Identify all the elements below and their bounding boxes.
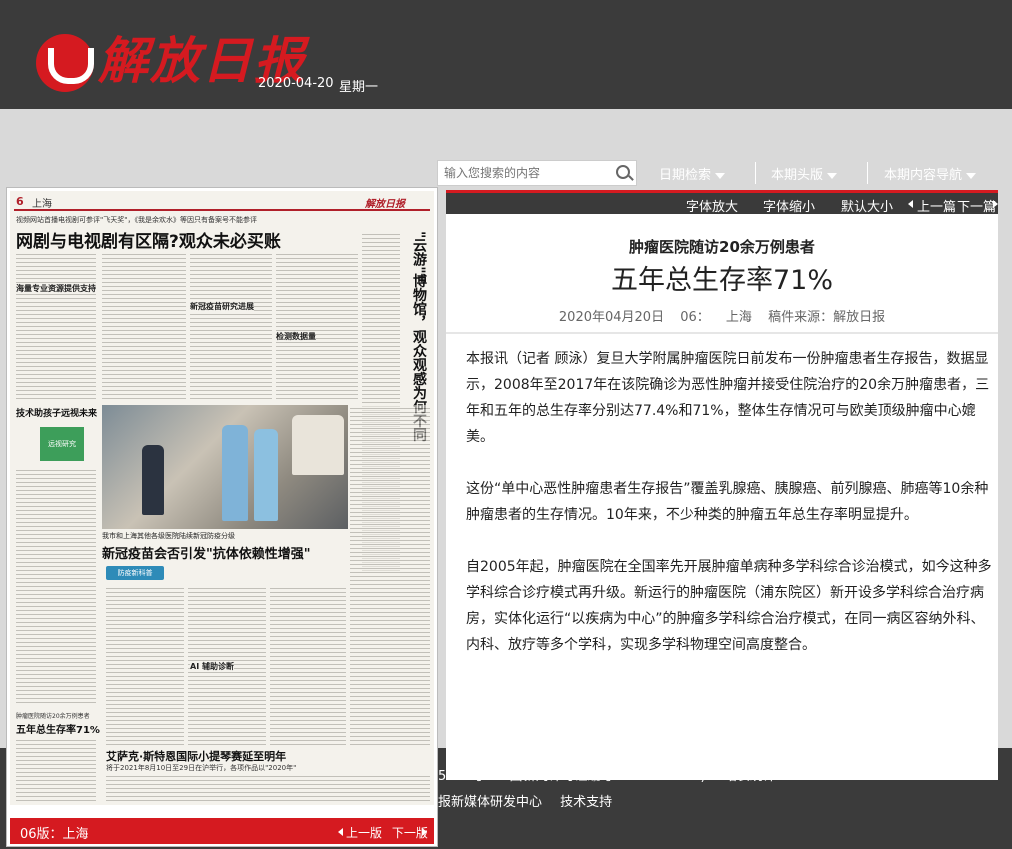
arrow-left-icon[interactable] [338, 828, 343, 836]
nav-divider [755, 162, 756, 184]
font-larger-button[interactable]: 字体放大 [686, 196, 738, 215]
article-area-left-headline-2[interactable]: 技术助孩子远视未来 [16, 409, 97, 420]
footer-tech-support: 技术支持 [560, 795, 613, 810]
footer-line-2: 报新媒体研发中心 技术支持 [438, 791, 612, 810]
article-area-headline-2[interactable]: 新冠疫苗会否引发"抗体依赖性增强" [102, 543, 311, 562]
text-column [16, 737, 96, 803]
article-source: 稿件来源：解放日报 [768, 310, 886, 325]
text-column [16, 467, 96, 705]
content-nav-label: 本期内容导航 [884, 168, 963, 183]
text-column [350, 405, 430, 745]
issue-date: 2020-04-20 [258, 76, 334, 91]
font-smaller-button[interactable]: 字体缩小 [763, 196, 815, 215]
article-subtitle: 肿瘤医院随访20余万例患者 [629, 238, 815, 256]
article-paragraph: 自2005年起，肿瘤医院在全国率先开展肿瘤单病种多学科综合诊治模式，如今这种多学… [466, 559, 992, 653]
article-content: 肿瘤医院随访20余万例患者 五年总生存率71% 2020年04月20日 06： … [446, 214, 998, 780]
news-photo[interactable] [102, 405, 348, 529]
article-body: 本报讯（记者 顾泳）复旦大学附属肿瘤医院日前发布一份肿瘤患者生存报告，数据显示，… [466, 346, 996, 684]
arrow-left-icon[interactable] [908, 200, 913, 208]
article-area-left-headline-3[interactable]: 五年总生存率71% [16, 721, 100, 736]
photo-figure [142, 445, 164, 515]
text-column [102, 251, 186, 401]
article-area-badge: 防疫新科普 [106, 566, 164, 580]
page-headline-label: 本期头版 [771, 168, 824, 183]
page-masthead: 解放日报 [365, 199, 405, 210]
chevron-down-icon [966, 172, 977, 179]
article-title: 五年总生存率71% [610, 265, 833, 296]
article-paragraph: 本报讯（记者 顾泳）复旦大学附属肿瘤医院日前发布一份肿瘤患者生存报告，数据显示，… [466, 351, 990, 445]
prev-article-button[interactable]: 上一篇 [917, 196, 956, 215]
article-area-left-kicker-3[interactable]: 肿瘤医院随访20余万例患者 [16, 711, 90, 720]
text-column [106, 585, 184, 745]
article-section: 上海 [725, 310, 752, 325]
article-paragraph: 这份“单中心恶性肿瘤患者生存报告”覆盖乳腺癌、胰腺癌、前列腺癌、肺癌等10余种肿… [466, 481, 989, 523]
text-column [270, 585, 346, 745]
article-page: 06： [680, 310, 710, 325]
site-header: 解放日报 2020-04-20 星期一 [0, 0, 1012, 109]
text-column [276, 251, 358, 401]
next-article-button[interactable]: 下一篇 [957, 196, 996, 215]
default-size-button[interactable]: 默认大小 [841, 196, 893, 215]
article-area-headline-1[interactable]: 网剧与电视剧有区隔?观众未必买账 [16, 227, 281, 252]
article-date: 2020年04月20日 [558, 310, 665, 325]
nav-divider [867, 162, 868, 184]
page-nav-buttons: 上一版 下一版 [346, 824, 428, 841]
article-divider [446, 332, 998, 334]
article-toolbar: 字体放大 字体缩小 默认大小 上一篇 下一篇 [446, 190, 998, 215]
newspaper-page-panel: 6 上海 解放日报 视频网站首播电视剧可参评"飞天奖"，《我是余欢水》等因只有备… [6, 187, 438, 847]
page-headline-menu[interactable]: 本期头版 [771, 164, 838, 183]
issue-weekday: 星期一 [339, 80, 379, 95]
footer-dev-center: 报新媒体研发中心 [438, 795, 543, 810]
text-column [106, 773, 430, 803]
page-number: 6 [16, 195, 24, 208]
search-icon[interactable] [616, 165, 630, 179]
page-rule [14, 209, 430, 211]
logo-emblem-icon [36, 34, 94, 92]
article-area-kicker[interactable]: 视频网站首播电视剧可参评"飞天奖"，《我是余欢水》等因只有备案号不能参评 [16, 215, 257, 225]
current-page-label: 06版：上海 [20, 827, 89, 842]
photo-figure [254, 429, 278, 521]
prev-page-button[interactable]: 上一版 [346, 826, 382, 840]
photo-caption: 我市和上海其他各级医院陆续新冠防疫分级 [102, 532, 235, 540]
article-area-left-badge: 远视研究 [40, 427, 84, 461]
photo-sign [292, 415, 344, 475]
photo-figure [222, 425, 248, 521]
article-area-subhead-3: 将于2021年8月10日至29日在沪举行，各项作品以"2020年" [106, 764, 297, 772]
chevron-down-icon [715, 172, 726, 179]
text-column [16, 251, 96, 401]
date-search-label: 日期检索 [659, 168, 712, 183]
column-subhead: 检测数据量 [276, 331, 316, 342]
page-section: 上海 [32, 199, 52, 210]
column-subhead: 海量专业资源提供支持 [16, 283, 96, 294]
arrow-right-icon[interactable] [993, 200, 998, 208]
jiefang-daily-logo[interactable]: 解放日报 [36, 28, 304, 92]
column-subhead: AI 辅助诊断 [190, 661, 234, 672]
article-meta: 2020年04月20日 06： 上海 稿件来源：解放日报 [446, 306, 998, 325]
date-search-menu[interactable]: 日期检索 [659, 164, 726, 183]
content-nav-menu[interactable]: 本期内容导航 [884, 164, 977, 183]
search-input[interactable] [438, 161, 608, 185]
chevron-down-icon [827, 172, 838, 179]
arrow-right-icon[interactable] [422, 828, 427, 836]
page-footer-bar: 06版：上海 上一版 下一版 [10, 818, 434, 844]
column-subhead: 新冠疫苗研究进展 [190, 301, 254, 312]
article-area-headline-3[interactable]: 艾萨克·斯特恩国际小提琴赛延至明年 [106, 748, 286, 764]
newspaper-page-image[interactable]: 6 上海 解放日报 视频网站首播电视剧可参评"飞天奖"，《我是余欢水》等因只有备… [10, 191, 434, 805]
search-box [437, 160, 637, 186]
text-column [190, 251, 272, 401]
